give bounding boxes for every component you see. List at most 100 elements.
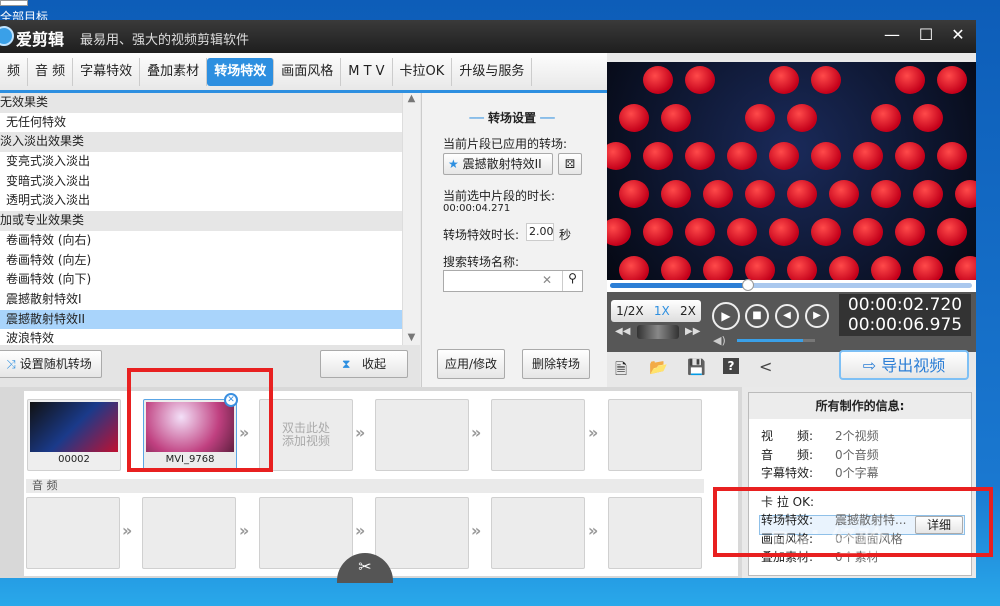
lantern <box>895 66 925 94</box>
effect-length-input[interactable]: 2.00 <box>526 223 554 241</box>
info-title: 所有制作的信息: <box>749 393 971 419</box>
tab-7[interactable]: 卡拉OK <box>393 57 453 86</box>
maximize-button[interactable]: ☐ <box>914 25 938 44</box>
lantern <box>769 218 799 246</box>
audio-slot[interactable] <box>375 497 469 569</box>
delete-transition-button[interactable]: 删除转场 <box>522 349 590 379</box>
desktop-icon[interactable] <box>0 0 28 6</box>
tab-8[interactable]: 升级与服务 <box>452 57 533 86</box>
fast-forward-icon[interactable]: ▶▶ <box>685 326 700 337</box>
rewind-icon[interactable]: ◀◀ <box>615 326 630 337</box>
seconds-unit: 秒 <box>559 228 572 242</box>
effect-item[interactable]: 震撼散射特效II <box>0 309 420 330</box>
effect-item[interactable]: 震撼散射特效I <box>0 290 420 310</box>
audio-slot[interactable] <box>491 497 585 569</box>
share-icon[interactable]: < <box>759 357 772 376</box>
effect-item[interactable]: 波浪特效 <box>0 329 420 345</box>
stop-icon[interactable]: ■ <box>745 304 769 328</box>
tab-6[interactable]: M T V <box>341 57 393 86</box>
tab-2[interactable]: 字幕特效 <box>73 57 141 86</box>
current-time: 00:00:02.720 <box>847 295 963 315</box>
next-frame-icon[interactable]: ▶ <box>805 304 829 328</box>
speed-selector[interactable]: 1/2X 1X 2X <box>611 300 701 322</box>
main-tabs: 频音 频字幕特效 叠加素材 转场特效 画面风格 M T V 卡拉OK 升级与服务 <box>0 53 607 93</box>
lantern <box>745 256 775 280</box>
export-video-button[interactable]: ⇨ 导出视频 <box>839 350 969 380</box>
volume-slider[interactable] <box>737 339 815 342</box>
progress-bar[interactable] <box>607 279 976 292</box>
collapse-button[interactable]: ⧗ 收起 <box>320 350 408 378</box>
list-scrollbar[interactable]: ▲ ▼ <box>402 93 420 345</box>
lantern <box>745 180 775 208</box>
lantern <box>811 218 841 246</box>
new-project-icon[interactable]: 🗎 <box>615 359 627 384</box>
arrow-icon: » <box>471 521 482 540</box>
effect-item[interactable]: 卷画特效 (向右) <box>0 231 420 251</box>
help-icon[interactable]: ? <box>723 358 739 374</box>
scroll-up-icon[interactable]: ▲ <box>403 93 420 104</box>
close-button[interactable]: ✕ <box>946 25 970 44</box>
tab-5[interactable]: 画面风格 <box>274 57 342 86</box>
export-icon: ⇨ <box>862 356 882 375</box>
audio-slot[interactable] <box>259 497 353 569</box>
lantern <box>913 180 943 208</box>
tab-4[interactable]: 转场特效 <box>207 57 275 86</box>
prev-frame-icon[interactable]: ◀ <box>775 304 799 328</box>
effect-item[interactable]: 变暗式淡入淡出 <box>0 172 420 192</box>
dice-icon[interactable]: ⚄ <box>558 153 582 175</box>
lantern <box>895 218 925 246</box>
lantern <box>661 180 691 208</box>
scroll-down-icon[interactable]: ▼ <box>403 332 420 343</box>
video-slot[interactable] <box>608 399 702 471</box>
random-transition-button[interactable]: ⤨ 设置随机转场 <box>0 350 102 378</box>
tab-0[interactable]: 频 <box>0 57 29 86</box>
search-icon[interactable]: ⚲ <box>562 271 582 291</box>
volume-icon[interactable]: ◀) <box>713 334 726 347</box>
add-video-slot[interactable]: 双击此处 添加视频 <box>259 399 353 471</box>
lantern <box>937 142 967 170</box>
tab-3[interactable]: 叠加素材 <box>140 57 208 86</box>
tab-1[interactable]: 音 频 <box>28 57 74 86</box>
applied-transition-field[interactable]: ★ 震撼散射特效II <box>443 153 553 175</box>
speed-1x[interactable]: 1X <box>654 304 670 318</box>
save-icon[interactable]: 💾 <box>687 358 706 376</box>
lantern <box>703 256 733 280</box>
speed-half[interactable]: 1/2X <box>616 304 644 318</box>
audio-slot[interactable] <box>608 497 702 569</box>
effect-length-label: 转场特效时长: <box>443 228 520 242</box>
arrow-icon: » <box>122 521 133 540</box>
audio-slot[interactable] <box>26 497 120 569</box>
progress-handle[interactable] <box>741 279 754 291</box>
effect-item[interactable]: 透明式淡入淡出 <box>0 191 420 211</box>
clip-thumbnail <box>30 402 118 452</box>
effect-item[interactable]: 变亮式淡入淡出 <box>0 152 420 172</box>
video-slot[interactable] <box>375 399 469 471</box>
minimize-button[interactable]: — <box>880 25 904 44</box>
lantern <box>643 218 673 246</box>
play-icon[interactable]: ▶ <box>712 302 740 330</box>
lantern <box>619 104 649 132</box>
effect-list: 无效果类 无任何特效 淡入淡出效果类 变亮式淡入淡出 变暗式淡入淡出 透明式淡入淡出 加或专… <box>0 93 420 345</box>
audio-slot[interactable] <box>142 497 236 569</box>
info-label: 字幕特效: <box>761 466 814 480</box>
arrow-icon: » <box>239 521 250 540</box>
title-bar: 爱剪辑 最易用、强大的视频剪辑软件 — ☐ ✕ <box>0 20 976 53</box>
effect-item[interactable]: 卷画特效 (向左) <box>0 251 420 271</box>
info-value: 0个音频 <box>835 447 879 462</box>
lantern <box>607 218 631 246</box>
open-folder-icon[interactable]: 📂 <box>649 358 668 376</box>
info-value: 0个字幕 <box>835 466 879 480</box>
apply-button[interactable]: 应用/修改 <box>437 349 505 379</box>
arrow-icon: » <box>355 423 366 442</box>
clip-00002[interactable]: 00002 <box>27 399 121 471</box>
speed-2x[interactable]: 2X <box>680 304 696 318</box>
lantern <box>811 142 841 170</box>
effect-item[interactable]: 无任何特效 <box>0 113 420 133</box>
jog-wheel[interactable] <box>637 325 679 339</box>
clear-icon[interactable]: ✕ <box>542 273 552 287</box>
lantern <box>727 218 757 246</box>
lantern <box>685 66 715 94</box>
video-slot[interactable] <box>491 399 585 471</box>
video-preview[interactable] <box>607 62 976 280</box>
effect-item[interactable]: 卷画特效 (向下) <box>0 270 420 290</box>
